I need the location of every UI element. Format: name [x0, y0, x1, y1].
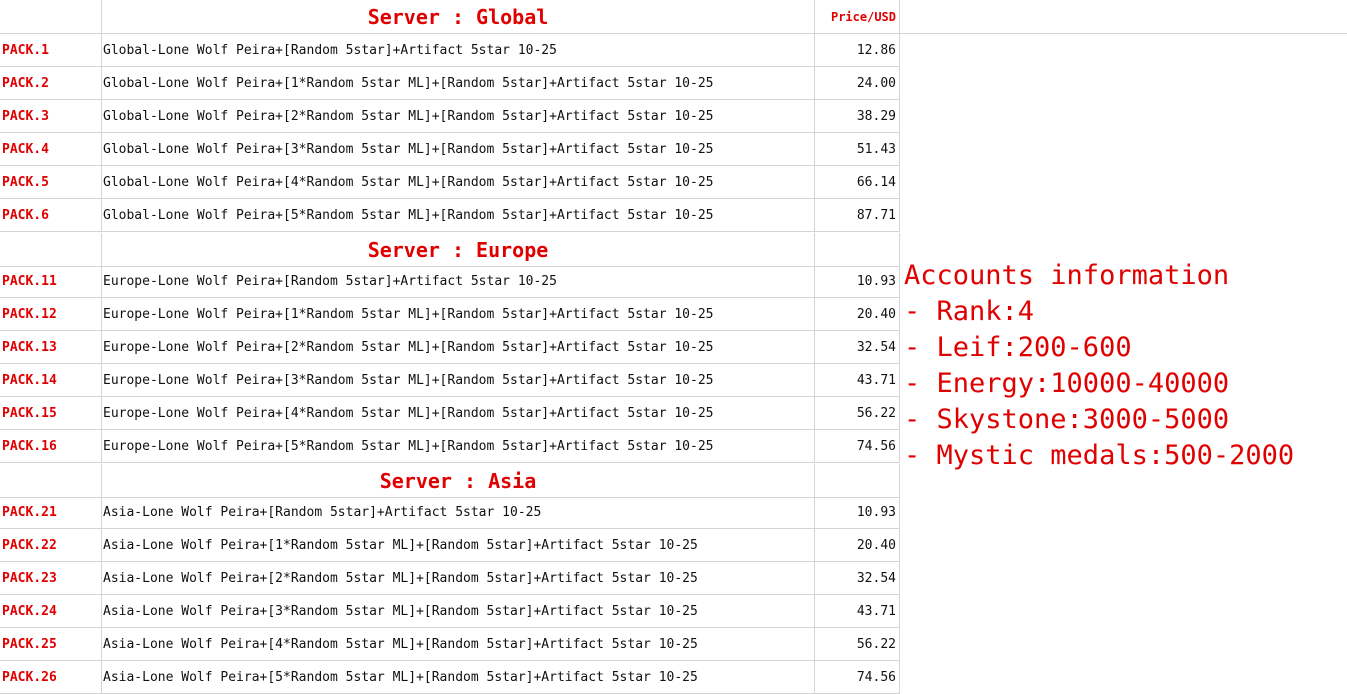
pack-description: Global-Lone Wolf Peira+[Random 5star]+Ar…	[102, 34, 815, 67]
pack-price: 10.93	[815, 265, 900, 298]
pack-description: Global-Lone Wolf Peira+[1*Random 5star M…	[102, 67, 815, 100]
pack-price: 32.54	[815, 331, 900, 364]
pack-description: Global-Lone Wolf Peira+[3*Random 5star M…	[102, 133, 815, 166]
accounts-info-line-leif: - Leif:200-600	[904, 332, 1132, 363]
pack-price: 20.40	[815, 529, 900, 562]
pack-label: PACK.11	[0, 265, 102, 298]
header-empty-cell	[815, 464, 900, 498]
pack-price: 24.00	[815, 67, 900, 100]
pack-description: Global-Lone Wolf Peira+[2*Random 5star M…	[102, 100, 815, 133]
pack-label: PACK.25	[0, 628, 102, 661]
server-title: Server : Europe	[102, 233, 815, 267]
pack-label: PACK.15	[0, 397, 102, 430]
pack-description: Europe-Lone Wolf Peira+[5*Random 5star M…	[102, 430, 815, 463]
pack-description: Global-Lone Wolf Peira+[5*Random 5star M…	[102, 199, 815, 232]
pack-label: PACK.14	[0, 364, 102, 397]
pack-description: Europe-Lone Wolf Peira+[Random 5star]+Ar…	[102, 265, 815, 298]
pack-price: 56.22	[815, 628, 900, 661]
server-title: Server : Asia	[102, 464, 815, 498]
pack-price: 74.56	[815, 661, 900, 694]
pack-label: PACK.5	[0, 166, 102, 199]
accounts-info-block: Accounts information - Rank:4 - Leif:200…	[904, 258, 1294, 474]
pack-row: PACK.23 Asia-Lone Wolf Peira+[2*Random 5s…	[0, 562, 1347, 595]
pack-label: PACK.26	[0, 661, 102, 694]
pack-label: PACK.4	[0, 133, 102, 166]
pack-price: 32.54	[815, 562, 900, 595]
pack-price: 51.43	[815, 133, 900, 166]
pack-row: PACK.2 Global-Lone Wolf Peira+[1*Random 5…	[0, 67, 1347, 100]
header-empty-cell	[0, 464, 102, 498]
pack-row: PACK.22 Asia-Lone Wolf Peira+[1*Random 5s…	[0, 529, 1347, 562]
pack-label: PACK.21	[0, 496, 102, 529]
pack-label: PACK.2	[0, 67, 102, 100]
accounts-info-title: Accounts information	[904, 260, 1230, 291]
pack-row: PACK.3 Global-Lone Wolf Peira+[2*Random 5…	[0, 100, 1347, 133]
header-empty-cell	[815, 233, 900, 267]
accounts-info-line-rank: - Rank:4	[904, 296, 1035, 327]
accounts-info-line-mystic-medals: - Mystic medals:500-2000	[904, 440, 1295, 471]
pack-price: 56.22	[815, 397, 900, 430]
pack-description: Asia-Lone Wolf Peira+[4*Random 5star ML]…	[102, 628, 815, 661]
pack-label: PACK.12	[0, 298, 102, 331]
pack-row: PACK.26 Asia-Lone Wolf Peira+[5*Random 5s…	[0, 661, 1347, 694]
pack-label: PACK.13	[0, 331, 102, 364]
pack-row: PACK.5 Global-Lone Wolf Peira+[4*Random 5…	[0, 166, 1347, 199]
header-empty-cell	[0, 233, 102, 267]
pack-price: 38.29	[815, 100, 900, 133]
accounts-info-line-energy: - Energy:10000-40000	[904, 368, 1230, 399]
server-title: Server : Global	[102, 0, 815, 34]
pack-description: Europe-Lone Wolf Peira+[1*Random 5star M…	[102, 298, 815, 331]
header-empty-cell	[900, 0, 1347, 34]
pack-label: PACK.1	[0, 34, 102, 67]
pack-row: PACK.24 Asia-Lone Wolf Peira+[3*Random 5s…	[0, 595, 1347, 628]
pack-label: PACK.6	[0, 199, 102, 232]
accounts-info-line-skystone: - Skystone:3000-5000	[904, 404, 1230, 435]
pack-price: 43.71	[815, 595, 900, 628]
pack-row: PACK.1 Global-Lone Wolf Peira+[Random 5st…	[0, 34, 1347, 67]
pack-price: 66.14	[815, 166, 900, 199]
pack-description: Asia-Lone Wolf Peira+[2*Random 5star ML]…	[102, 562, 815, 595]
pack-description: Global-Lone Wolf Peira+[4*Random 5star M…	[102, 166, 815, 199]
pack-price: 12.86	[815, 34, 900, 67]
pack-price: 87.71	[815, 199, 900, 232]
pack-price: 43.71	[815, 364, 900, 397]
pack-label: PACK.16	[0, 430, 102, 463]
pack-description: Europe-Lone Wolf Peira+[2*Random 5star M…	[102, 331, 815, 364]
pack-row: PACK.4 Global-Lone Wolf Peira+[3*Random 5…	[0, 133, 1347, 166]
pack-label: PACK.23	[0, 562, 102, 595]
pack-label: PACK.22	[0, 529, 102, 562]
pack-label: PACK.24	[0, 595, 102, 628]
pack-description: Asia-Lone Wolf Peira+[3*Random 5star ML]…	[102, 595, 815, 628]
pack-label: PACK.3	[0, 100, 102, 133]
pack-row: PACK.25 Asia-Lone Wolf Peira+[4*Random 5s…	[0, 628, 1347, 661]
pack-row: PACK.21 Asia-Lone Wolf Peira+[Random 5sta…	[0, 496, 1347, 529]
pack-description: Asia-Lone Wolf Peira+[1*Random 5star ML]…	[102, 529, 815, 562]
header-empty-cell	[0, 0, 102, 34]
pack-row: PACK.6 Global-Lone Wolf Peira+[5*Random 5…	[0, 199, 1347, 232]
pack-description: Europe-Lone Wolf Peira+[3*Random 5star M…	[102, 364, 815, 397]
pack-price: 74.56	[815, 430, 900, 463]
pack-description: Europe-Lone Wolf Peira+[4*Random 5star M…	[102, 397, 815, 430]
price-column-header: Price/USD	[815, 0, 900, 34]
pack-price: 20.40	[815, 298, 900, 331]
server-header-row: Server : Global Price/USD	[0, 0, 1347, 34]
pack-description: Asia-Lone Wolf Peira+[Random 5star]+Arti…	[102, 496, 815, 529]
pack-price: 10.93	[815, 496, 900, 529]
pack-description: Asia-Lone Wolf Peira+[5*Random 5star ML]…	[102, 661, 815, 694]
